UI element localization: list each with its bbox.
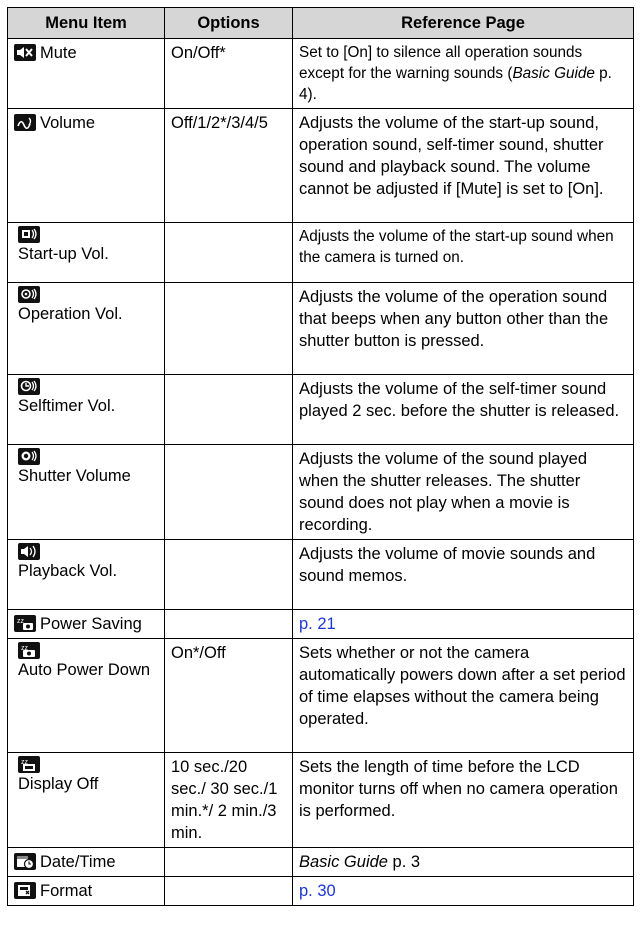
startup-volume-icon xyxy=(18,226,40,243)
reference-link[interactable]: p. 21 xyxy=(292,609,634,639)
date-time-icon xyxy=(14,853,36,870)
reference-italic: Basic Guide xyxy=(512,65,595,82)
options-cell xyxy=(164,876,293,906)
shutter-volume-icon xyxy=(18,448,40,465)
options-cell: On*/Off xyxy=(164,638,293,753)
table-row: Date/Time Basic Guide p. 3 xyxy=(7,847,634,877)
reference-page-header: Reference Page xyxy=(292,7,634,39)
menu-item-cell: Playback Vol. xyxy=(7,539,165,610)
menu-item-cell: Selftimer Vol. xyxy=(7,374,165,445)
selftimer-volume-icon xyxy=(18,378,40,395)
menu-item-cell: Shutter Volume xyxy=(7,444,165,540)
menu-item-label: Date/Time xyxy=(40,853,116,871)
reference-cell: Adjusts the volume of the start-up sound… xyxy=(292,108,634,223)
menu-item-label: Mute xyxy=(40,44,77,62)
menu-item-cell: Volume xyxy=(7,108,165,223)
display-off-icon: zz xyxy=(18,756,40,773)
table-row: Playback Vol. Adjusts the volume of movi… xyxy=(7,539,634,610)
menu-item-header: Menu Item xyxy=(7,7,165,39)
table-row: Shutter Volume Adjusts the volume of the… xyxy=(7,444,634,540)
reference-cell: Sets whether or not the camera automatic… xyxy=(292,638,634,753)
menu-item-cell: zz Display Off xyxy=(7,752,165,848)
volume-icon xyxy=(14,114,36,131)
settings-table: Menu Item Options Reference Page Mute On… xyxy=(7,7,634,906)
reference-tail: p. 3 xyxy=(387,853,421,871)
menu-item-label: Format xyxy=(40,882,93,900)
menu-item-label: Selftimer Vol. xyxy=(18,397,116,415)
table-row: Selftimer Vol. Adjusts the volume of the… xyxy=(7,374,634,445)
table-row: Operation Vol. Adjusts the volume of the… xyxy=(7,282,634,375)
table-row: zz Display Off 10 sec./20 sec./ 30 sec./… xyxy=(7,752,634,848)
table-row: Mute On/Off* Set to [On] to silence all … xyxy=(7,38,634,109)
reference-link[interactable]: p. 30 xyxy=(292,876,634,906)
reference-cell: Adjusts the volume of the operation soun… xyxy=(292,282,634,375)
menu-item-cell: Mute xyxy=(7,38,165,109)
table-row: zz Auto Power Down On*/Off Sets whether … xyxy=(7,638,634,753)
reference-cell: Set to [On] to silence all operation sou… xyxy=(292,38,634,109)
options-header: Options xyxy=(164,7,293,39)
options-cell xyxy=(164,222,293,283)
reference-cell: Adjusts the volume of movie sounds and s… xyxy=(292,539,634,610)
menu-item-label: Operation Vol. xyxy=(18,305,123,323)
menu-item-cell: zz Auto Power Down xyxy=(7,638,165,753)
table-header-row: Menu Item Options Reference Page xyxy=(7,7,634,39)
options-cell xyxy=(164,609,293,639)
power-saving-icon: zz xyxy=(14,615,36,632)
options-cell xyxy=(164,539,293,610)
reference-cell: Adjusts the volume of the start-up sound… xyxy=(292,222,634,283)
menu-item-label: Auto Power Down xyxy=(18,661,151,679)
menu-item-cell: Format xyxy=(7,876,165,906)
reference-cell: Adjusts the volume of the self-timer sou… xyxy=(292,374,634,445)
table-row: zz Power Saving p. 21 xyxy=(7,609,634,639)
menu-item-label: Display Off xyxy=(18,775,99,793)
menu-item-label: Start-up Vol. xyxy=(18,245,109,263)
menu-item-cell: Start-up Vol. xyxy=(7,222,165,283)
menu-item-cell: Operation Vol. xyxy=(7,282,165,375)
options-cell: 10 sec./20 sec./ 30 sec./1 min.*/ 2 min.… xyxy=(164,752,293,848)
options-cell: Off/1/2*/3/4/5 xyxy=(164,108,293,223)
reference-cell: Sets the length of time before the LCD m… xyxy=(292,752,634,848)
reference-italic: Basic Guide xyxy=(299,853,388,871)
format-icon xyxy=(14,882,36,899)
menu-item-label: Volume xyxy=(40,114,96,132)
options-cell xyxy=(164,847,293,877)
menu-item-cell: zz Power Saving xyxy=(7,609,165,639)
table-row: Volume Off/1/2*/3/4/5 Adjusts the volume… xyxy=(7,108,634,223)
reference-cell: Basic Guide p. 3 xyxy=(292,847,634,877)
table-row: Format p. 30 xyxy=(7,876,634,906)
reference-cell: Adjusts the volume of the sound played w… xyxy=(292,444,634,540)
options-cell xyxy=(164,282,293,375)
options-cell xyxy=(164,444,293,540)
options-cell xyxy=(164,374,293,445)
playback-volume-icon xyxy=(18,543,40,560)
menu-item-label: Power Saving xyxy=(40,615,142,633)
options-cell: On/Off* xyxy=(164,38,293,109)
mute-icon xyxy=(14,44,36,61)
menu-item-label: Shutter Volume xyxy=(18,467,131,485)
menu-item-cell: Date/Time xyxy=(7,847,165,877)
operation-volume-icon xyxy=(18,286,40,303)
auto-power-down-icon: zz xyxy=(18,642,40,659)
menu-item-label: Playback Vol. xyxy=(18,562,118,580)
table-row: Start-up Vol. Adjusts the volume of the … xyxy=(7,222,634,283)
